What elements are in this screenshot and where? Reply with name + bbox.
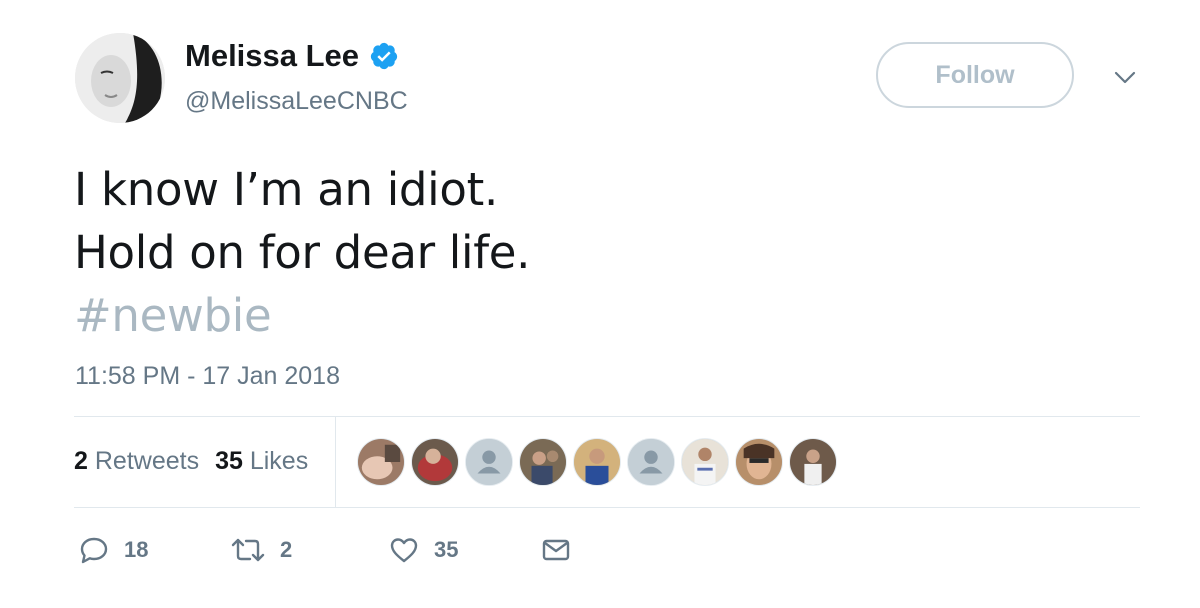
liker-avatar[interactable] [357,438,405,486]
liker-avatar-default[interactable] [627,438,675,486]
tweet-text: I know I’m an idiot. Hold on for dear li… [74,158,530,347]
reply-count: 18 [124,537,149,562]
avatar[interactable] [75,33,165,123]
stats-divider [335,417,336,507]
tweet-card: Melissa Lee @MelissaLeeCNBC Follow I kno… [0,0,1200,608]
tweet-stats: 2 Retweets 35 Likes [74,447,308,476]
tweet-actions: 18 2 35 [78,534,572,566]
reply-icon [78,534,110,566]
liker-avatar[interactable] [519,438,567,486]
avatar-image [75,33,165,123]
liker-avatar[interactable] [789,438,837,486]
liker-avatar[interactable] [573,438,621,486]
reply-button[interactable]: 18 [78,534,230,566]
like-count: 35 [434,537,459,562]
liker-avatar[interactable] [681,438,729,486]
liker-avatar[interactable] [411,438,459,486]
hashtag-link[interactable]: #newbie [74,284,530,347]
retweet-icon [230,534,266,566]
user-handle[interactable]: @MelissaLeeCNBC [185,87,408,116]
envelope-icon [540,534,572,566]
retweets-stat[interactable]: 2 Retweets [74,447,199,476]
liker-avatars [357,438,843,486]
likes-stat[interactable]: 35 Likes [215,447,308,476]
display-name-text: Melissa Lee [185,38,360,73]
retweets-label: Retweets [94,447,200,475]
liker-avatar-default[interactable] [465,438,513,486]
divider [74,507,1140,508]
tweet-timestamp[interactable]: 11:58 PM - 17 Jan 2018 [75,362,340,391]
tweet-text-line: I know I’m an idiot. [74,163,498,216]
retweets-count: 2 [74,447,88,475]
tweet-text-line: Hold on for dear life. [74,226,531,279]
likes-count: 35 [215,447,243,475]
follow-button[interactable]: Follow [876,42,1074,108]
display-name[interactable]: Melissa Lee [185,38,399,74]
direct-message-button[interactable] [540,534,572,566]
chevron-down-icon[interactable] [1112,68,1138,88]
verified-badge-icon [369,41,399,71]
divider [74,416,1140,417]
heart-icon [388,534,420,566]
likes-label: Likes [249,447,309,475]
liker-avatar[interactable] [735,438,783,486]
retweet-button[interactable]: 2 [230,534,388,566]
retweet-count: 2 [280,537,293,562]
like-button[interactable]: 35 [388,534,540,566]
